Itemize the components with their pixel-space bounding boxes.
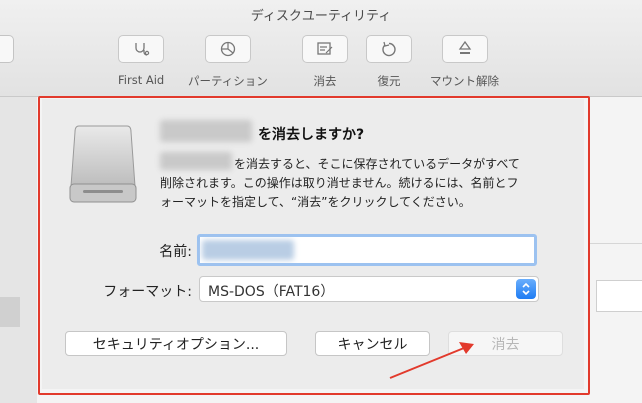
annotation-arrow-icon [389, 342, 474, 379]
